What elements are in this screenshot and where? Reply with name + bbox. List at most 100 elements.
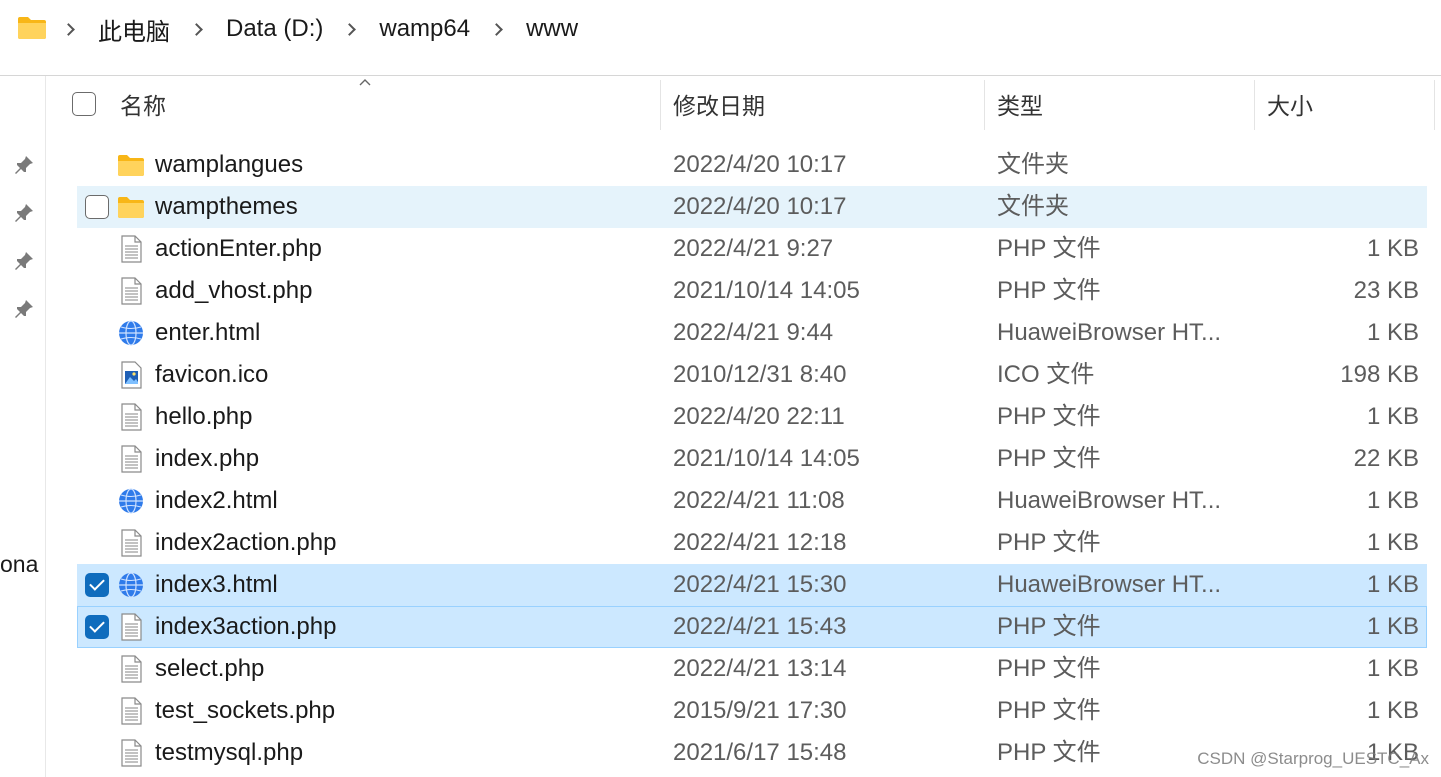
navigation-pane: [0, 76, 46, 777]
column-divider[interactable]: [1434, 80, 1435, 130]
address-bar: 此电脑 Data (D:) wamp64 www: [0, 0, 1441, 62]
file-size: 23 KB: [1353, 277, 1419, 304]
file-row[interactable]: enter.html 2022/4/21 9:44 HuaweiBrowser HT…: [77, 312, 1427, 354]
document-icon: [117, 529, 145, 557]
folder-icon: [117, 193, 145, 221]
file-modified-date: 2021/6/17 15:48: [673, 739, 847, 766]
breadcrumb-item-www[interactable]: www: [524, 15, 580, 43]
file-size: 198 KB: [1340, 361, 1419, 388]
file-name: testmysql.php: [155, 739, 304, 766]
chevron-right-icon[interactable]: [486, 17, 510, 41]
file-name: wampthemes: [155, 193, 298, 220]
file-row[interactable]: select.php 2022/4/21 13:14 PHP 文件 1 KB: [77, 648, 1427, 690]
file-modified-date: 2022/4/20 22:11: [673, 403, 845, 430]
file-type: PHP 文件: [997, 697, 1101, 724]
file-name: select.php: [155, 655, 265, 682]
row-checkbox[interactable]: [85, 195, 109, 219]
file-row[interactable]: index3.html 2022/4/21 15:30 HuaweiBrowser …: [77, 564, 1427, 606]
document-icon: [117, 445, 145, 473]
file-size: 1 KB: [1366, 403, 1419, 430]
breadcrumb-item-this-pc[interactable]: 此电脑: [96, 12, 172, 47]
sort-ascending-icon: [359, 79, 371, 86]
pin-icon[interactable]: [13, 154, 35, 176]
browser-globe-icon: [117, 571, 145, 599]
file-name: actionEnter.php: [155, 235, 322, 262]
file-name: index.php: [155, 445, 260, 472]
watermark: CSDN @Starprog_UESTC_Ax: [1197, 749, 1429, 768]
file-row[interactable]: index.php 2021/10/14 14:05 PHP 文件 22 KB: [77, 438, 1427, 480]
column-header-type[interactable]: 类型: [997, 76, 1043, 132]
column-header-date[interactable]: 修改日期: [673, 76, 765, 132]
file-modified-date: 2021/10/14 14:05: [673, 445, 860, 472]
file-size: 1 KB: [1366, 571, 1419, 598]
document-icon: [117, 697, 145, 725]
file-type: PHP 文件: [997, 739, 1101, 766]
breadcrumb-item-drive[interactable]: Data (D:): [224, 15, 325, 43]
browser-globe-icon: [117, 487, 145, 515]
file-modified-date: 2022/4/21 9:27: [673, 235, 834, 262]
file-row[interactable]: index2.html 2022/4/21 11:08 HuaweiBrowser …: [77, 480, 1427, 522]
nav-item-label-partial[interactable]: ona: [0, 551, 38, 578]
file-size: 1 KB: [1366, 697, 1419, 724]
breadcrumb-item-wamp64[interactable]: wamp64: [377, 15, 472, 43]
document-icon: [117, 277, 145, 305]
file-row[interactable]: index3action.php 2022/4/21 15:43 PHP 文件 1 K…: [77, 606, 1427, 648]
document-icon: [117, 655, 145, 683]
file-row[interactable]: actionEnter.php 2022/4/21 9:27 PHP 文件 1 KB: [77, 228, 1427, 270]
folder-icon: [18, 17, 46, 39]
file-type: HuaweiBrowser HT...: [997, 319, 1222, 346]
file-size: 1 KB: [1366, 319, 1419, 346]
browser-globe-icon: [117, 319, 145, 347]
file-type: 文件夹: [997, 193, 1069, 220]
file-type: PHP 文件: [997, 529, 1101, 556]
column-header-size[interactable]: 大小: [1267, 76, 1313, 132]
column-divider[interactable]: [984, 80, 985, 130]
file-name: index2.html: [155, 487, 278, 514]
file-row[interactable]: index2action.php 2022/4/21 12:18 PHP 文件 1 K…: [77, 522, 1427, 564]
file-name: index2action.php: [155, 529, 337, 556]
pin-icon[interactable]: [13, 298, 35, 320]
file-type: HuaweiBrowser HT...: [997, 571, 1222, 598]
chevron-right-icon[interactable]: [186, 17, 210, 41]
column-divider[interactable]: [660, 80, 661, 130]
file-name: add_vhost.php: [155, 277, 313, 304]
file-modified-date: 2010/12/31 8:40: [673, 361, 847, 388]
file-type: PHP 文件: [997, 655, 1101, 682]
file-row[interactable]: hello.php 2022/4/20 22:11 PHP 文件 1 KB: [77, 396, 1427, 438]
file-size: 1 KB: [1366, 613, 1419, 640]
file-name: hello.php: [155, 403, 253, 430]
pin-icon[interactable]: [13, 202, 35, 224]
file-row[interactable]: favicon.ico 2010/12/31 8:40 ICO 文件 198 KB: [77, 354, 1427, 396]
document-icon: [117, 739, 145, 767]
column-divider[interactable]: [1254, 80, 1255, 130]
pin-icon[interactable]: [13, 250, 35, 272]
document-icon: [117, 403, 145, 431]
document-icon: [117, 235, 145, 263]
file-row[interactable]: test_sockets.php 2015/9/21 17:30 PHP 文件 1 K…: [77, 690, 1427, 732]
document-icon: [117, 613, 145, 641]
file-modified-date: 2022/4/21 11:08: [673, 487, 845, 514]
file-row[interactable]: add_vhost.php 2021/10/14 14:05 PHP 文件 23 KB: [77, 270, 1427, 312]
chevron-right-icon[interactable]: [58, 17, 82, 41]
file-row[interactable]: wamplangues 2022/4/20 10:17 文件夹: [77, 144, 1427, 186]
file-modified-date: 2022/4/20 10:17: [673, 151, 847, 178]
file-modified-date: 2022/4/21 12:18: [673, 529, 847, 556]
file-type: HuaweiBrowser HT...: [997, 487, 1222, 514]
file-modified-date: 2015/9/21 17:30: [673, 697, 847, 724]
file-type: PHP 文件: [997, 235, 1101, 262]
row-checkbox[interactable]: [85, 573, 109, 597]
file-type: ICO 文件: [997, 361, 1095, 388]
file-size: 1 KB: [1366, 487, 1419, 514]
row-checkbox[interactable]: [85, 615, 109, 639]
file-type: PHP 文件: [997, 277, 1101, 304]
file-size: 22 KB: [1353, 445, 1419, 472]
select-all-checkbox[interactable]: [72, 92, 96, 116]
breadcrumb: 此电脑 Data (D:) wamp64 www: [56, 0, 580, 58]
file-type: PHP 文件: [997, 403, 1101, 430]
file-row[interactable]: wampthemes 2022/4/20 10:17 文件夹: [77, 186, 1427, 228]
column-header-name[interactable]: 名称: [120, 76, 166, 132]
column-header: 名称 修改日期 类型 大小: [47, 76, 1441, 132]
chevron-right-icon[interactable]: [339, 17, 363, 41]
file-type: 文件夹: [997, 151, 1069, 178]
file-modified-date: 2022/4/21 15:43: [673, 613, 847, 640]
